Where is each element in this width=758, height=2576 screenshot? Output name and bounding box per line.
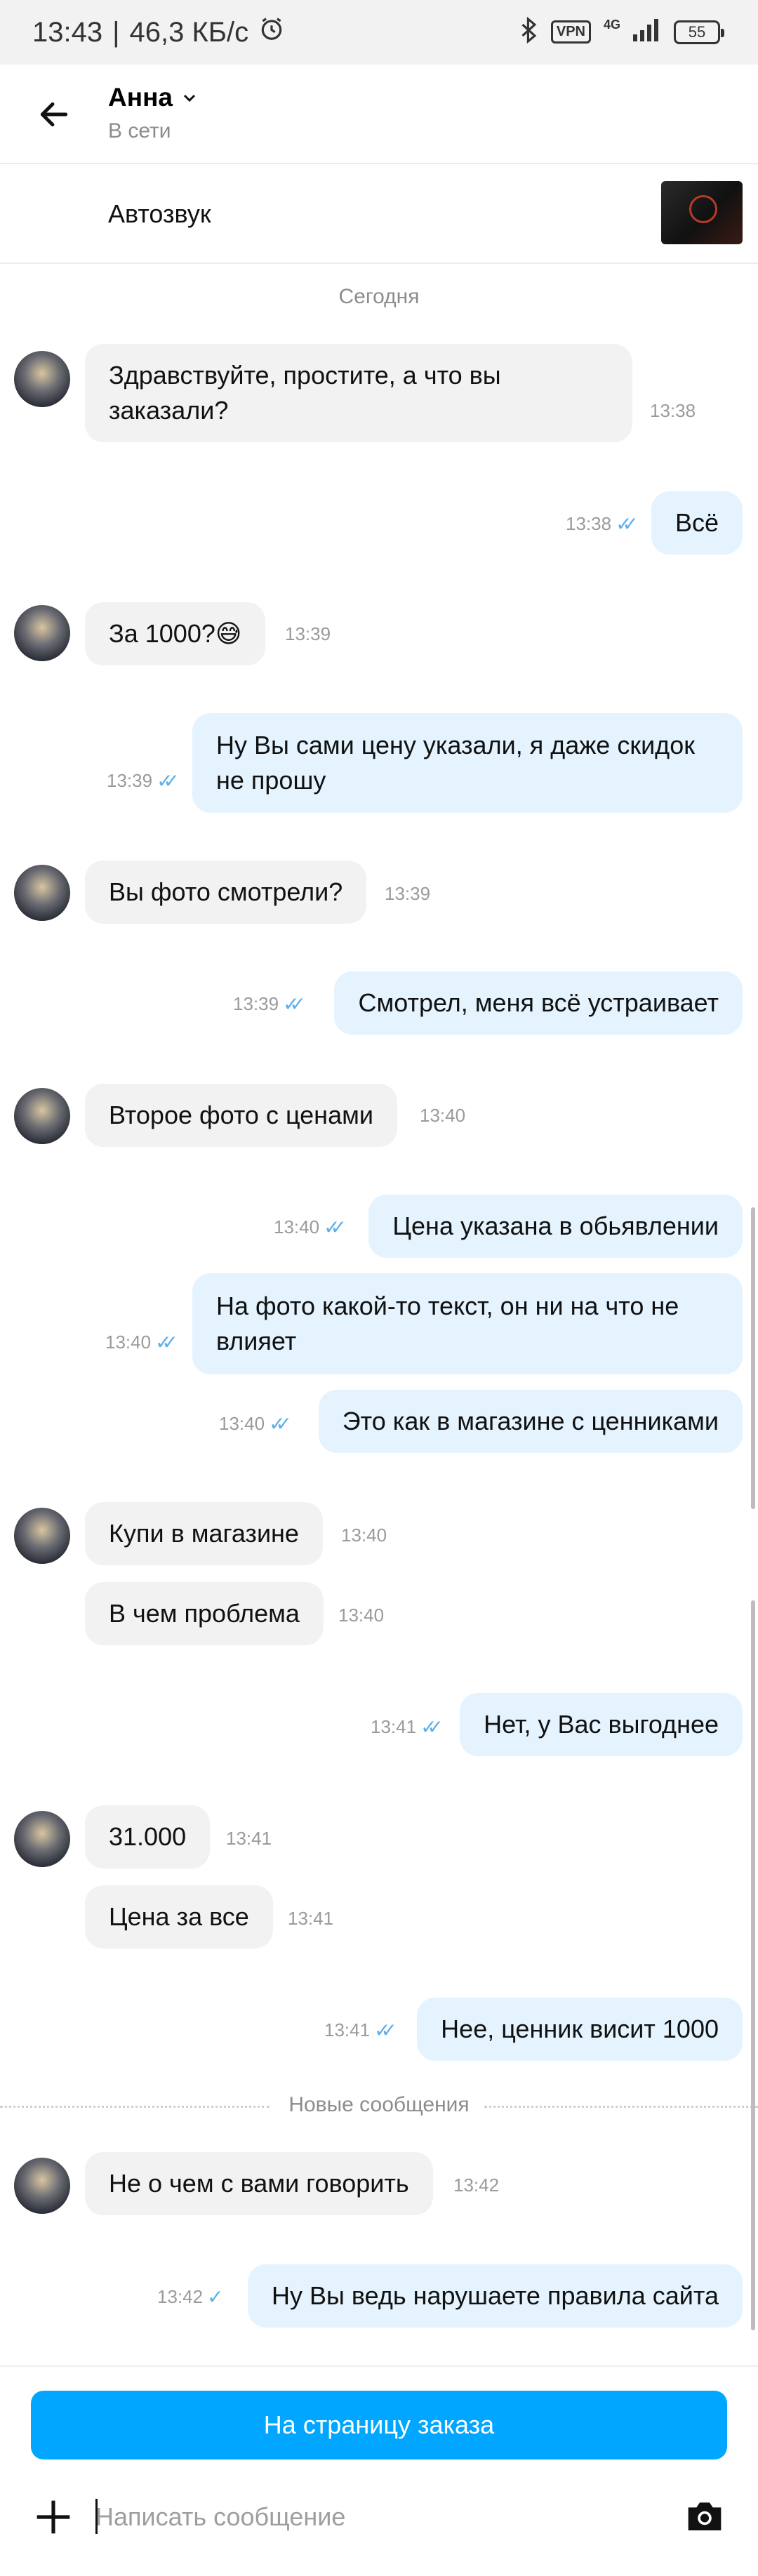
back-arrow-icon[interactable] [36, 97, 72, 132]
double-check-icon: ✓✓ [155, 1332, 178, 1353]
message-time: 13:40 ✓✓ [274, 1216, 347, 1238]
contact-status: В сети [108, 119, 171, 142]
avatar[interactable] [14, 605, 70, 661]
double-check-icon: ✓✓ [283, 993, 306, 1015]
message-time: 13:42 [453, 2175, 500, 2196]
composer: На страницу заказа [0, 2365, 758, 2576]
avatar[interactable] [14, 1088, 70, 1144]
single-check-icon: ✓ [207, 2286, 224, 2308]
message-time: 13:40 ✓✓ [105, 1332, 178, 1353]
double-check-icon: ✓✓ [324, 1216, 347, 1238]
contact-name: Анна [108, 83, 173, 112]
battery-icon: 55 [674, 20, 724, 44]
status-bar: 13:43 | 46,3 КБ/с VPN 4G 55 [0, 0, 758, 65]
scrollbar[interactable] [751, 1207, 755, 1509]
message-incoming[interactable]: В чем проблема [85, 1582, 324, 1645]
message-incoming[interactable]: Второе фото с ценами [85, 1084, 397, 1147]
message-outgoing[interactable]: Это как в магазине с ценниками [318, 1390, 743, 1453]
network-type: 4G [603, 18, 620, 32]
message-outgoing[interactable]: Всё [651, 491, 743, 555]
avatar[interactable] [14, 2158, 70, 2214]
bluetooth-icon [520, 16, 538, 47]
message-time: 13:39 [285, 623, 331, 644]
message-time: 13:39 ✓✓ [233, 993, 306, 1015]
message-incoming[interactable]: 31.000 [85, 1805, 211, 1868]
message-incoming[interactable]: Вы фото смотрели? [85, 861, 367, 924]
avatar[interactable] [14, 1811, 70, 1867]
message-time: 13:39 ✓✓ [107, 770, 180, 792]
battery-level: 55 [688, 22, 706, 41]
product-thumbnail[interactable] [661, 181, 743, 244]
message-time: 13:40 [341, 1525, 387, 1546]
text-cursor [95, 2499, 98, 2534]
avatar[interactable] [14, 1508, 70, 1564]
message-outgoing[interactable]: Цена указана в обьявлении [368, 1195, 743, 1258]
date-separator: Сегодня [338, 285, 420, 308]
message-outgoing[interactable]: Нее, ценник висит 1000 [417, 1998, 743, 2061]
product-title: Автозвук [108, 199, 211, 228]
message-time: 13:41 ✓✓ [371, 1716, 444, 1738]
message-time: 13:42 ✓ [157, 2286, 224, 2308]
message-outgoing[interactable]: Ну Вы ведь нарушаете правила сайта [248, 2264, 743, 2328]
new-messages-label: Новые сообщения [288, 2093, 470, 2116]
message-outgoing[interactable]: Смотрел, меня всё устраивает [334, 971, 743, 1035]
message-time: 13:41 ✓✓ [324, 2019, 397, 2041]
new-messages-divider: Новые сообщения [0, 2092, 758, 2120]
alarm-icon [258, 15, 285, 49]
chat-header: Анна В сети [0, 65, 758, 164]
double-check-icon: ✓✓ [374, 2019, 397, 2041]
avatar[interactable] [14, 351, 70, 407]
message-time: 13:41 [288, 1908, 334, 1929]
message-time: 13:38 [650, 400, 696, 421]
avatar[interactable] [14, 865, 70, 921]
message-time: 13:38 ✓✓ [566, 513, 639, 535]
message-incoming[interactable]: Здравствуйте, простите, а что вы заказал… [85, 344, 632, 442]
message-outgoing[interactable]: Ну Вы сами цену указали, я даже скидок н… [192, 713, 743, 813]
message-input[interactable] [95, 2495, 671, 2540]
message-incoming[interactable]: Купи в магазине [85, 1502, 323, 1565]
status-speed: 46,3 КБ/с [129, 16, 249, 48]
message-time: 13:40 ✓✓ [219, 1413, 292, 1435]
vpn-badge: VPN [550, 20, 591, 44]
order-page-button[interactable]: На страницу заказа [31, 2391, 727, 2459]
status-time: 13:43 [32, 16, 103, 48]
double-check-icon: ✓✓ [616, 513, 639, 535]
message-time: 13:40 [338, 1605, 385, 1626]
message-incoming[interactable]: Цена за все [85, 1885, 273, 1948]
message-incoming[interactable]: За 1000?😅 [85, 602, 266, 665]
scrollbar[interactable] [751, 1600, 755, 2330]
message-outgoing[interactable]: Нет, у Вас выгоднее [460, 1693, 743, 1756]
message-time: 13:39 [385, 883, 431, 904]
camera-icon[interactable] [685, 2497, 724, 2534]
double-check-icon: ✓✓ [269, 1413, 292, 1435]
message-time: 13:41 [226, 1828, 272, 1849]
double-check-icon: ✓✓ [157, 770, 180, 792]
message-outgoing[interactable]: На фото какой-то текст, он ни на что не … [192, 1273, 743, 1374]
message-time: 13:40 [420, 1105, 466, 1126]
double-check-icon: ✓✓ [420, 1716, 444, 1738]
status-separator: | [112, 16, 120, 48]
contact-name-dropdown[interactable]: Анна [108, 83, 198, 112]
product-bar[interactable]: Автозвук [0, 164, 758, 264]
message-incoming[interactable]: Не о чем с вами говорить [85, 2152, 433, 2215]
chevron-down-icon [181, 83, 198, 112]
plus-icon[interactable] [34, 2497, 73, 2537]
signal-icon [633, 19, 661, 45]
